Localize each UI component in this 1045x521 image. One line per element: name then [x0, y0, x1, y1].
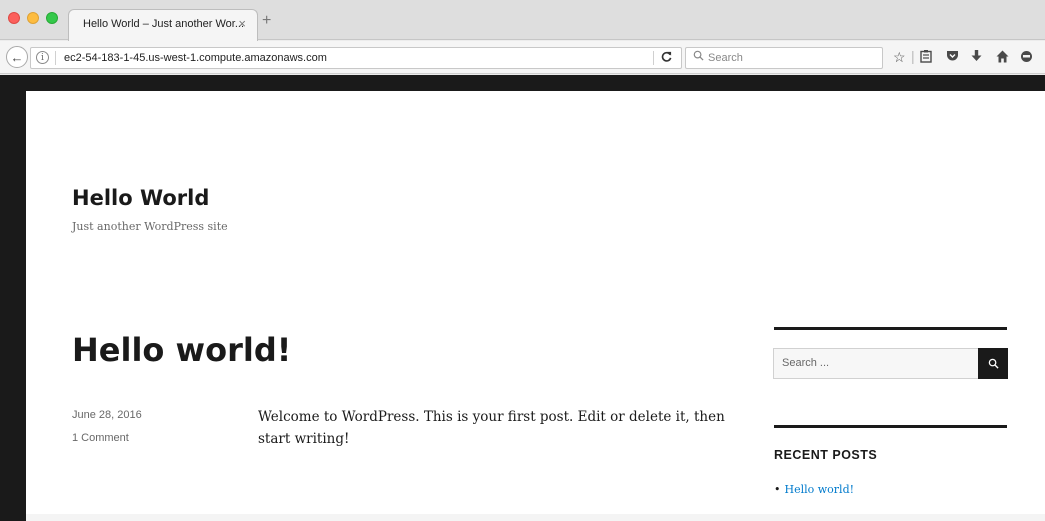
sidebar-search-input[interactable]: Search ...	[773, 348, 979, 379]
widget-divider	[774, 327, 1007, 330]
maximize-window-button[interactable]	[46, 12, 58, 24]
browser-search-input[interactable]: Search	[685, 47, 883, 69]
search-placeholder: Search	[708, 52, 743, 64]
navigation-bar: ← i ec2-54-183-1-45.us-west-1.compute.am…	[0, 41, 1045, 74]
new-tab-button[interactable]: +	[262, 13, 271, 29]
recent-post-item: • Hello world!	[774, 483, 854, 496]
pocket-icon[interactable]	[946, 50, 959, 64]
url-text[interactable]: ec2-54-183-1-45.us-west-1.compute.amazon…	[64, 52, 327, 64]
search-icon	[988, 358, 999, 369]
close-tab-icon[interactable]: ×	[238, 16, 246, 31]
browser-tab[interactable]: Hello World – Just another Wor... ×	[68, 9, 258, 41]
recent-post-link[interactable]: Hello world!	[785, 483, 855, 496]
bookmark-star-icon[interactable]: ☆	[893, 50, 906, 64]
page-footer-strip	[26, 514, 1045, 521]
post-date[interactable]: June 28, 2016	[72, 409, 142, 421]
site-title[interactable]: Hello World	[72, 186, 209, 210]
wordpress-page: Hello World Just another WordPress site …	[26, 91, 1045, 521]
post-comments-link[interactable]: 1 Comment	[72, 432, 129, 444]
reload-icon[interactable]	[661, 50, 672, 65]
recent-posts-heading: RECENT POSTS	[774, 448, 878, 462]
download-icon[interactable]	[971, 50, 982, 65]
minimize-window-button[interactable]	[27, 12, 39, 24]
chat-icon[interactable]	[1020, 50, 1033, 65]
title-bar: Hello World – Just another Wor... × +	[0, 0, 1045, 41]
url-divider	[653, 51, 654, 65]
post-content: Welcome to WordPress. This is your first…	[258, 409, 725, 447]
reload-glyph	[661, 51, 672, 62]
back-button[interactable]: ←	[6, 46, 28, 68]
post-title[interactable]: Hello world!	[72, 331, 291, 369]
tab-title: Hello World – Just another Wor...	[83, 18, 244, 30]
site-description: Just another WordPress site	[72, 220, 228, 233]
url-divider	[55, 51, 56, 65]
search-icon	[693, 50, 704, 64]
list-bullet: •	[774, 483, 781, 496]
url-bar[interactable]: i ec2-54-183-1-45.us-west-1.compute.amaz…	[30, 47, 682, 69]
info-icon[interactable]: i	[36, 51, 49, 64]
search-submit-button[interactable]	[978, 348, 1008, 379]
home-icon[interactable]	[996, 50, 1009, 65]
close-window-button[interactable]	[8, 12, 20, 24]
widget-divider	[774, 425, 1007, 428]
reading-list-icon[interactable]	[920, 50, 932, 65]
toolbar-divider: |	[911, 48, 915, 64]
